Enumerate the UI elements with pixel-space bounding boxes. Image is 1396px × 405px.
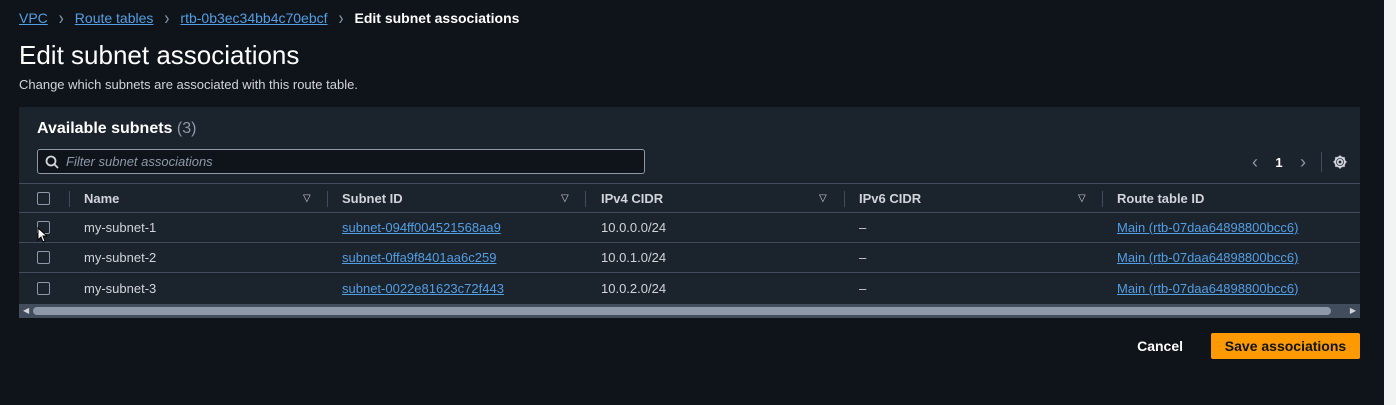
- subnet-id-cell: subnet-094ff004521568aa9: [342, 213, 501, 242]
- column-divider: [844, 191, 845, 207]
- chevron-right-icon: ›: [338, 6, 344, 30]
- ipv4-cidr: 10.0.2.0/24: [601, 280, 667, 296]
- search-icon: [38, 155, 66, 169]
- subnet-id-link[interactable]: subnet-094ff004521568aa9: [342, 220, 501, 235]
- row-checkbox[interactable]: [37, 251, 50, 264]
- horizontal-scrollbar[interactable]: ◀ ▶: [19, 304, 1360, 318]
- route-table-cell: Main (rtb-07daa64898800bcc6): [1117, 273, 1298, 303]
- column-divider: [1102, 191, 1103, 207]
- row-checkbox[interactable]: [37, 281, 50, 295]
- breadcrumb-vpc[interactable]: VPC: [19, 10, 48, 26]
- panel-title-text: Available subnets: [37, 120, 173, 137]
- column-divider: [69, 191, 70, 207]
- subnet-id-cell: subnet-0022e81623c72f443: [342, 273, 504, 303]
- breadcrumb-current: Edit subnet associations: [354, 10, 520, 26]
- column-header-ipv4-cidr[interactable]: IPv4 CIDR: [601, 184, 663, 212]
- scroll-left-icon[interactable]: ◀: [23, 306, 29, 315]
- filter-box: [37, 149, 645, 174]
- breadcrumb-route-table-id[interactable]: rtb-0b3ec34bb4c70ebcf: [180, 10, 327, 26]
- table-row[interactable]: my-subnet-2 subnet-0ffa9f8401aa6c259 10.…: [19, 243, 1360, 273]
- column-header-name[interactable]: Name: [84, 184, 119, 212]
- row-checkbox-cell: [37, 273, 50, 303]
- subnet-name: my-subnet-3: [84, 280, 157, 296]
- pagination: ‹ 1 ›: [1245, 151, 1348, 173]
- page-description: Change which subnets are associated with…: [19, 77, 358, 92]
- ipv4-cidr: 10.0.1.0/24: [601, 250, 667, 265]
- sort-down-icon[interactable]: ▽: [561, 193, 569, 204]
- page-title: Edit subnet associations: [19, 40, 300, 70]
- route-table-link[interactable]: Main (rtb-07daa64898800bcc6): [1117, 220, 1298, 235]
- column-header-route-table-id[interactable]: Route table ID: [1117, 184, 1204, 212]
- route-table-link[interactable]: Main (rtb-07daa64898800bcc6): [1117, 250, 1298, 265]
- subnet-name: my-subnet-1: [84, 220, 157, 235]
- ipv6-cidr: –: [859, 220, 867, 235]
- column-header-ipv6-cidr[interactable]: IPv6 CIDR: [859, 184, 921, 212]
- previous-page-icon[interactable]: ‹: [1245, 152, 1265, 173]
- cancel-button[interactable]: Cancel: [1137, 338, 1183, 354]
- subnet-id-cell: subnet-0ffa9f8401aa6c259: [342, 243, 496, 272]
- select-all-cell: [37, 184, 50, 212]
- sort-down-icon[interactable]: ▽: [303, 193, 311, 204]
- route-table-link[interactable]: Main (rtb-07daa64898800bcc6): [1117, 281, 1298, 296]
- ipv6-cidr: –: [859, 250, 867, 265]
- panel-count: (3): [176, 120, 197, 137]
- next-page-icon[interactable]: ›: [1293, 152, 1313, 173]
- ipv6-cidr: –: [859, 280, 867, 296]
- sort-down-icon[interactable]: ▽: [1078, 193, 1086, 204]
- window-edge: [1384, 0, 1396, 405]
- row-checkbox-cell: [37, 243, 50, 272]
- subnet-id-link[interactable]: subnet-0022e81623c72f443: [342, 281, 504, 296]
- gear-icon[interactable]: [1332, 154, 1348, 170]
- save-associations-button[interactable]: Save associations: [1211, 333, 1360, 359]
- ipv4-cidr: 10.0.0.0/24: [601, 220, 667, 235]
- subnet-id-link[interactable]: subnet-0ffa9f8401aa6c259: [342, 250, 496, 265]
- table-header: Name ▽ Subnet ID ▽ IPv4 CIDR ▽ IPv6 CIDR…: [19, 183, 1360, 213]
- panel-title: Available subnets (3): [37, 120, 196, 138]
- column-divider: [327, 191, 328, 207]
- form-actions: Cancel Save associations: [1137, 333, 1360, 359]
- available-subnets-panel: Available subnets (3) ‹ 1 ›: [19, 107, 1360, 318]
- filter-input[interactable]: [66, 154, 626, 169]
- chevron-right-icon: ›: [58, 6, 64, 30]
- sort-down-icon[interactable]: ▽: [819, 193, 827, 204]
- chevron-right-icon: ›: [164, 6, 170, 30]
- select-all-checkbox[interactable]: [37, 191, 50, 205]
- scrollbar-thumb[interactable]: [33, 307, 1331, 315]
- route-table-cell: Main (rtb-07daa64898800bcc6): [1117, 213, 1298, 242]
- page-number[interactable]: 1: [1265, 155, 1293, 170]
- scroll-right-icon[interactable]: ▶: [1350, 306, 1356, 315]
- column-divider: [585, 191, 586, 207]
- subnets-table: Name ▽ Subnet ID ▽ IPv4 CIDR ▽ IPv6 CIDR…: [19, 183, 1360, 303]
- mouse-cursor-icon: [37, 227, 47, 243]
- breadcrumb-route-tables[interactable]: Route tables: [75, 10, 154, 26]
- subnet-name: my-subnet-2: [84, 250, 157, 265]
- table-row[interactable]: my-subnet-3 subnet-0022e81623c72f443 10.…: [19, 273, 1360, 303]
- breadcrumb: VPC › Route tables › rtb-0b3ec34bb4c70eb…: [19, 6, 520, 30]
- route-table-cell: Main (rtb-07daa64898800bcc6): [1117, 243, 1298, 272]
- column-header-subnet-id[interactable]: Subnet ID: [342, 184, 403, 212]
- table-row[interactable]: my-subnet-1 subnet-094ff004521568aa9 10.…: [19, 213, 1360, 243]
- pager-divider: [1321, 152, 1322, 172]
